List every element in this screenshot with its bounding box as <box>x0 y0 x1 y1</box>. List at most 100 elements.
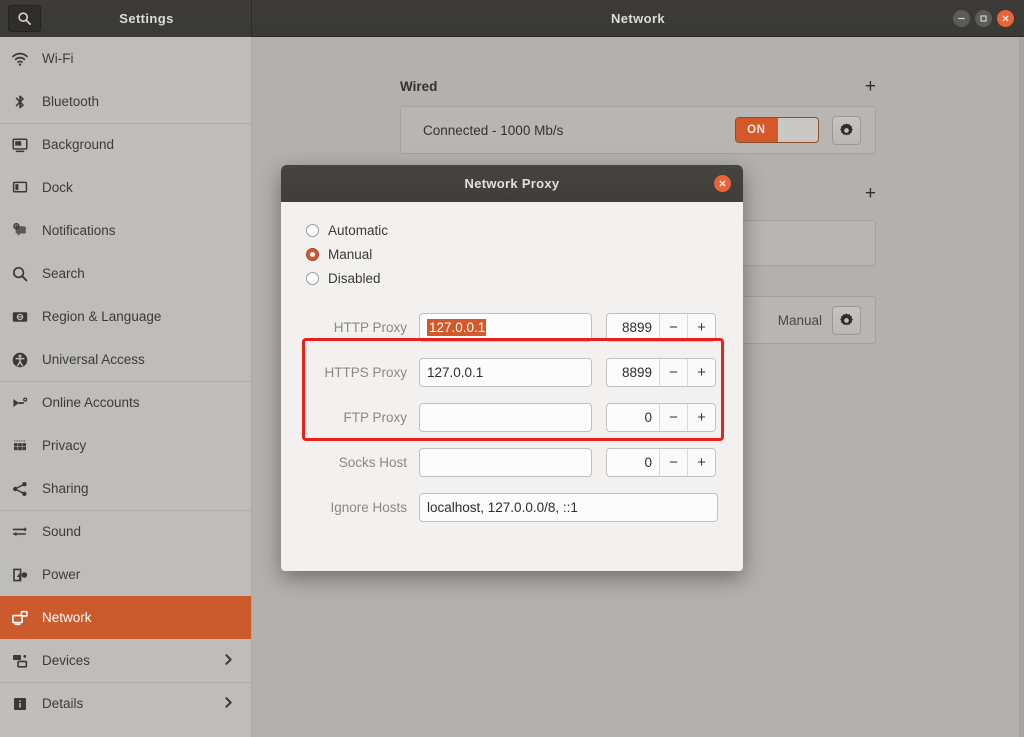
http-proxy-input[interactable]: 127.0.0.1 <box>419 313 592 342</box>
sidebar-item-label: Dock <box>42 180 73 195</box>
maximize-button[interactable] <box>975 10 992 27</box>
sidebar-item-notifications[interactable]: Notifications <box>0 209 251 252</box>
radio-automatic-indicator <box>306 223 319 237</box>
sidebar-item-label: Sharing <box>42 481 89 496</box>
notifications-icon <box>11 222 37 240</box>
network-icon <box>11 609 37 627</box>
ftp-proxy-input[interactable] <box>419 403 592 432</box>
https-proxy-input[interactable]: 127.0.0.1 <box>419 358 592 387</box>
wired-section-header: Wired + <box>400 77 876 96</box>
https-proxy-row: HTTPS Proxy 127.0.0.1 8899 − + <box>281 350 743 395</box>
search-button[interactable] <box>8 5 41 32</box>
universal-access-icon <box>11 351 37 369</box>
minimize-button[interactable] <box>953 10 970 27</box>
http-proxy-row: HTTP Proxy 127.0.0.1 8899 − + <box>281 305 743 350</box>
network-proxy-dialog: Network Proxy Automatic Manual Disabled … <box>281 165 743 571</box>
ftp-proxy-port-decrement[interactable]: − <box>659 404 687 431</box>
dialog-close-button[interactable] <box>714 175 731 192</box>
https-proxy-port-value: 8899 <box>621 365 652 380</box>
http-proxy-port-stepper[interactable]: 8899 − + <box>606 313 716 342</box>
ignore-hosts-input[interactable]: localhost, 127.0.0.0/8, ::1 <box>419 493 718 522</box>
sidebar-item-sound[interactable]: Sound <box>0 510 251 553</box>
sidebar-item-devices[interactable]: Devices <box>0 639 251 682</box>
sidebar-item-region-language[interactable]: Region & Language <box>0 295 251 338</box>
radio-manual[interactable]: Manual <box>306 242 743 266</box>
sidebar-item-search[interactable]: Search <box>0 252 251 295</box>
sidebar-item-label: Devices <box>42 653 91 668</box>
proxy-settings-button[interactable] <box>832 305 861 335</box>
socks-host-input[interactable] <box>419 448 592 477</box>
sidebar-titlebar: Settings <box>0 0 252 37</box>
vertical-scrollbar[interactable] <box>1019 37 1024 737</box>
details-icon <box>11 695 37 713</box>
socks-host-row: Socks Host 0 − + <box>281 440 743 485</box>
wired-heading: Wired <box>400 79 438 94</box>
add-wired-button[interactable]: + <box>865 77 876 96</box>
socks-host-port-increment[interactable]: + <box>687 449 715 476</box>
search-icon <box>18 12 31 25</box>
settings-window: Settings Network Wi-Fi Bluetooth Backgro… <box>0 0 1024 737</box>
https-proxy-label: HTTPS Proxy <box>324 365 407 380</box>
sidebar-item-label: Power <box>42 567 81 582</box>
http-proxy-value: 127.0.0.1 <box>427 319 487 336</box>
sidebar-item-label: Sound <box>42 524 82 539</box>
wired-toggle[interactable]: ON <box>735 117 819 143</box>
wired-settings-button[interactable] <box>832 115 861 145</box>
socks-host-port-value: 0 <box>644 455 652 470</box>
sidebar-item-label: Universal Access <box>42 352 145 367</box>
sidebar-item-label: Details <box>42 696 84 711</box>
add-second-button[interactable]: + <box>865 184 876 203</box>
proxy-mode-radio-group: Automatic Manual Disabled <box>281 218 743 290</box>
sidebar-item-label: Network <box>42 610 92 625</box>
close-button[interactable] <box>997 10 1014 27</box>
https-proxy-port-decrement[interactable]: − <box>659 359 687 386</box>
radio-automatic[interactable]: Automatic <box>306 218 743 242</box>
sidebar-item-network[interactable]: Network <box>0 596 251 639</box>
socks-host-port-decrement[interactable]: − <box>659 449 687 476</box>
proxy-fields: HTTP Proxy 127.0.0.1 8899 − + HTTPS Prox… <box>281 305 743 530</box>
close-icon <box>1002 15 1009 22</box>
page-title: Network <box>610 11 666 26</box>
online-accounts-icon <box>11 394 37 412</box>
sidebar-item-label: Region & Language <box>42 309 162 324</box>
ftp-proxy-port-increment[interactable]: + <box>687 404 715 431</box>
chevron-right-icon <box>222 696 235 712</box>
radio-disabled-label: Disabled <box>328 270 381 286</box>
sidebar-item-privacy[interactable]: Privacy <box>0 424 251 467</box>
sidebar[interactable]: Wi-Fi Bluetooth Background Dock Notifica… <box>0 37 252 737</box>
sidebar-item-bluetooth[interactable]: Bluetooth <box>0 80 251 123</box>
http-proxy-port-decrement[interactable]: − <box>659 314 687 341</box>
socks-host-port-stepper[interactable]: 0 − + <box>606 448 716 477</box>
ftp-proxy-label: FTP Proxy <box>343 410 407 425</box>
sidebar-item-wifi[interactable]: Wi-Fi <box>0 37 251 80</box>
dock-icon <box>11 179 37 197</box>
close-icon <box>719 180 726 187</box>
sidebar-item-dock[interactable]: Dock <box>0 166 251 209</box>
ftp-proxy-port-stepper[interactable]: 0 − + <box>606 403 716 432</box>
privacy-icon <box>11 437 37 455</box>
sidebar-item-power[interactable]: Power <box>0 553 251 596</box>
minimize-icon <box>958 17 965 20</box>
region-language-icon <box>11 308 37 326</box>
background-icon <box>11 136 37 154</box>
sidebar-item-universal-access[interactable]: Universal Access <box>0 338 251 381</box>
chevron-right-icon <box>222 653 235 669</box>
radio-disabled[interactable]: Disabled <box>306 266 743 290</box>
ignore-hosts-row: Ignore Hosts localhost, 127.0.0.0/8, ::1 <box>281 485 743 530</box>
wired-toggle-knob <box>776 118 818 142</box>
sidebar-item-label: Privacy <box>42 438 87 453</box>
sidebar-item-details[interactable]: Details <box>0 682 251 725</box>
sidebar-item-online-accounts[interactable]: Online Accounts <box>0 381 251 424</box>
ftp-proxy-row: FTP Proxy 0 − + <box>281 395 743 440</box>
https-proxy-port-stepper[interactable]: 8899 − + <box>606 358 716 387</box>
settings-title: Settings <box>119 11 174 26</box>
http-proxy-label: HTTP Proxy <box>333 320 407 335</box>
sidebar-item-sharing[interactable]: Sharing <box>0 467 251 510</box>
wifi-icon <box>11 50 37 68</box>
gear-icon <box>840 313 853 325</box>
sidebar-item-background[interactable]: Background <box>0 123 251 166</box>
http-proxy-port-increment[interactable]: + <box>687 314 715 341</box>
socks-host-label: Socks Host <box>338 455 407 470</box>
gear-icon <box>840 123 853 135</box>
https-proxy-port-increment[interactable]: + <box>687 359 715 386</box>
